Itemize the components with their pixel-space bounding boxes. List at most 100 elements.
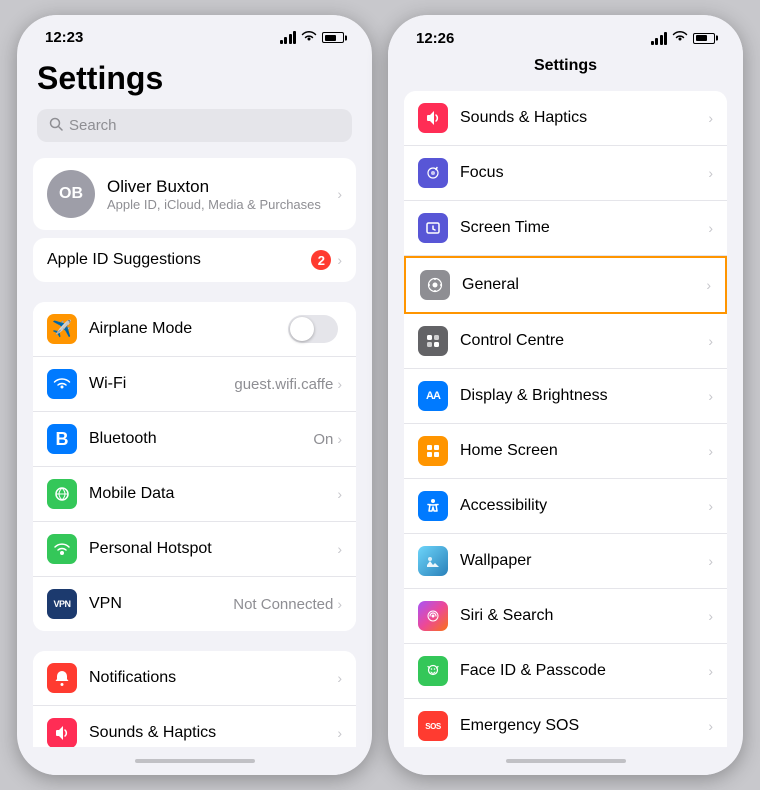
right-focus-row[interactable]: Focus ›: [404, 146, 727, 201]
sounds-icon: [47, 718, 77, 747]
airplane-toggle[interactable]: [288, 315, 338, 343]
right-accessibility-icon: [418, 491, 448, 521]
profile-subtitle: Apple ID, iCloud, Media & Purchases: [107, 197, 337, 212]
wifi-value: guest.wifi.caffe: [234, 376, 333, 393]
right-wallpaper-icon: [418, 546, 448, 576]
right-homescreen-icon: [418, 436, 448, 466]
wifi-icon-right: [672, 29, 688, 47]
search-placeholder: Search: [69, 117, 117, 134]
bluetooth-row[interactable]: B Bluetooth On ›: [33, 412, 356, 467]
hotspot-chevron: ›: [337, 541, 342, 557]
phone-right: 12:26 Settings: [388, 15, 743, 775]
right-sos-row[interactable]: SOS Emergency SOS ›: [404, 699, 727, 747]
right-display-chevron: ›: [708, 388, 713, 404]
right-sounds-chevron: ›: [708, 110, 713, 126]
apple-id-suggestions-row[interactable]: Apple ID Suggestions 2 ›: [33, 238, 356, 282]
profile-name: Oliver Buxton: [107, 177, 337, 197]
search-bar[interactable]: Search: [37, 109, 352, 142]
right-faceid-row[interactable]: Face ID & Passcode ›: [404, 644, 727, 699]
status-bar-left: 12:23: [17, 15, 372, 50]
right-general-chevron: ›: [706, 277, 711, 293]
notifications-icon: [47, 663, 77, 693]
vpn-row[interactable]: VPN VPN Not Connected ›: [33, 577, 356, 631]
network-section: ✈️ Airplane Mode Wi-Fi guest.wifi.caffe …: [33, 302, 356, 631]
bluetooth-label: Bluetooth: [89, 430, 313, 448]
apple-id-badge: 2: [311, 250, 331, 270]
settings-content-left: Settings Search OB Oliver Buxton Apple I…: [17, 50, 372, 747]
home-bar-line-right: [506, 759, 626, 763]
status-icons-right: [651, 29, 716, 47]
airplane-label: Airplane Mode: [89, 320, 288, 338]
notifications-chevron: ›: [337, 670, 342, 686]
right-siri-label: Siri & Search: [460, 607, 708, 625]
settings-title-left: Settings: [17, 50, 372, 105]
right-wallpaper-row[interactable]: Wallpaper ›: [404, 534, 727, 589]
right-sos-chevron: ›: [708, 718, 713, 734]
right-accessibility-chevron: ›: [708, 498, 713, 514]
right-general-icon: [420, 270, 450, 300]
right-general-row[interactable]: General ›: [404, 256, 727, 314]
battery-icon-left: [322, 32, 344, 43]
right-screentime-chevron: ›: [708, 220, 713, 236]
apple-id-chevron: ›: [337, 252, 342, 268]
vpn-label: VPN: [89, 595, 233, 613]
right-siri-row[interactable]: Siri & Search ›: [404, 589, 727, 644]
sounds-chevron: ›: [337, 725, 342, 741]
right-sounds-icon: [418, 103, 448, 133]
right-display-row[interactable]: AA Display & Brightness ›: [404, 369, 727, 424]
mobile-data-icon: [47, 479, 77, 509]
section2: Notifications › Sounds & Haptics ›: [33, 651, 356, 747]
right-accessibility-row[interactable]: Accessibility ›: [404, 479, 727, 534]
right-settings-section: Sounds & Haptics › Focus ›: [404, 91, 727, 747]
status-icons-left: [280, 30, 345, 45]
vpn-chevron: ›: [337, 596, 342, 612]
sounds-label: Sounds & Haptics: [89, 724, 337, 742]
right-screentime-row[interactable]: Screen Time ›: [404, 201, 727, 256]
status-time-left: 12:23: [45, 29, 83, 46]
profile-row[interactable]: OB Oliver Buxton Apple ID, iCloud, Media…: [33, 158, 356, 230]
search-icon: [49, 117, 63, 134]
vpn-value: Not Connected: [233, 596, 333, 613]
hotspot-label: Personal Hotspot: [89, 540, 337, 558]
apple-id-suggestions-label: Apple ID Suggestions: [47, 251, 311, 269]
right-control-row[interactable]: Control Centre ›: [404, 314, 727, 369]
hotspot-row[interactable]: Personal Hotspot ›: [33, 522, 356, 577]
right-sounds-row[interactable]: Sounds & Haptics ›: [404, 91, 727, 146]
right-siri-icon: [418, 601, 448, 631]
right-accessibility-label: Accessibility: [460, 497, 708, 515]
right-homescreen-chevron: ›: [708, 443, 713, 459]
status-bar-right: 12:26: [388, 15, 743, 51]
right-homescreen-row[interactable]: Home Screen ›: [404, 424, 727, 479]
right-sounds-label: Sounds & Haptics: [460, 109, 708, 127]
battery-icon-right: [693, 33, 715, 44]
bluetooth-value: On: [313, 431, 333, 448]
right-wallpaper-chevron: ›: [708, 553, 713, 569]
mobile-data-chevron: ›: [337, 486, 342, 502]
right-wallpaper-label: Wallpaper: [460, 552, 708, 570]
right-faceid-chevron: ›: [708, 663, 713, 679]
mobile-data-row[interactable]: Mobile Data ›: [33, 467, 356, 522]
right-focus-chevron: ›: [708, 165, 713, 181]
right-faceid-icon: [418, 656, 448, 686]
home-bar-left: [17, 747, 372, 775]
wifi-row-icon: [47, 369, 77, 399]
phone-left: 12:23 Settings: [17, 15, 372, 775]
wifi-row[interactable]: Wi-Fi guest.wifi.caffe ›: [33, 357, 356, 412]
right-control-chevron: ›: [708, 333, 713, 349]
status-time-right: 12:26: [416, 30, 454, 47]
airplane-row[interactable]: ✈️ Airplane Mode: [33, 302, 356, 357]
right-homescreen-label: Home Screen: [460, 442, 708, 460]
right-general-label: General: [462, 276, 706, 294]
right-control-label: Control Centre: [460, 332, 708, 350]
profile-chevron: ›: [337, 186, 342, 202]
settings-content-right: Sounds & Haptics › Focus ›: [388, 83, 743, 747]
right-sos-icon: SOS: [418, 711, 448, 741]
home-bar-right: [388, 747, 743, 775]
home-bar-line-left: [135, 759, 255, 763]
notifications-row[interactable]: Notifications ›: [33, 651, 356, 706]
right-focus-icon: [418, 158, 448, 188]
right-focus-label: Focus: [460, 164, 708, 182]
sounds-row[interactable]: Sounds & Haptics ›: [33, 706, 356, 747]
avatar: OB: [47, 170, 95, 218]
right-sos-label: Emergency SOS: [460, 717, 708, 735]
